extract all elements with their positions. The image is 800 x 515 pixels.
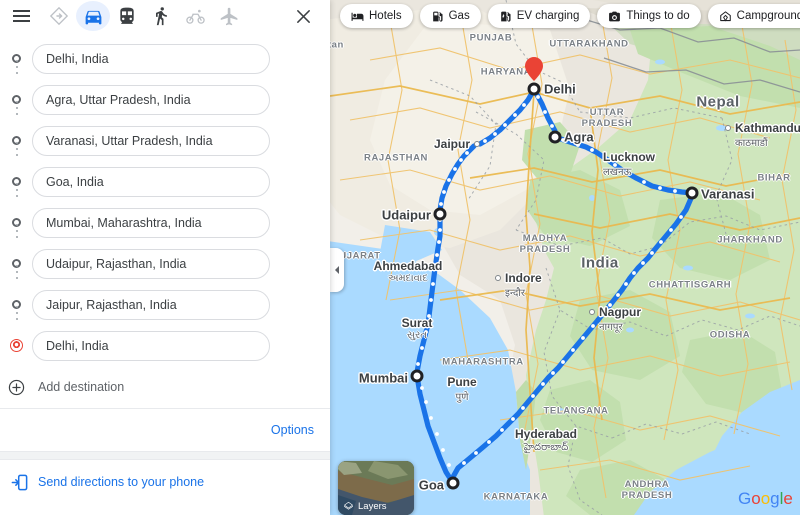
send-to-phone-icon bbox=[0, 473, 38, 492]
mode-transit[interactable] bbox=[110, 1, 144, 31]
stop-row: Varanasi, Uttar Pradesh, India bbox=[0, 120, 330, 161]
waypoint-marker-destination bbox=[0, 339, 32, 352]
tent-icon bbox=[719, 10, 732, 23]
map-canvas bbox=[330, 0, 800, 515]
map-city-dot bbox=[495, 275, 501, 281]
options-row: Options bbox=[0, 409, 330, 451]
stop-connector bbox=[15, 58, 18, 74]
ev-charger-icon bbox=[499, 10, 512, 23]
chip-campgrounds[interactable]: Campgrounds bbox=[707, 4, 800, 28]
destination-pin-icon[interactable] bbox=[525, 57, 543, 86]
route-waypoint-marker[interactable] bbox=[685, 186, 699, 200]
stop-connector bbox=[15, 140, 18, 156]
plus-circle-icon bbox=[0, 379, 32, 396]
route-waypoint-marker[interactable] bbox=[446, 476, 460, 490]
stop-input-5[interactable]: Mumbai, Maharashtra, India bbox=[32, 207, 270, 238]
chip-hotels[interactable]: Hotels bbox=[340, 4, 413, 28]
hamburger-menu-icon[interactable] bbox=[6, 1, 36, 31]
mode-driving[interactable] bbox=[76, 1, 110, 31]
map-view[interactable]: PUNJAB UTTARAKHAND HARYANA Nepal UTTAR PRADE… bbox=[330, 0, 800, 515]
chip-ev-charging[interactable]: EV charging bbox=[487, 4, 591, 28]
best-travel-icon bbox=[49, 6, 69, 26]
stop-row: Udaipur, Rajasthan, India bbox=[0, 243, 330, 284]
stop-row: Jaipur, Rajasthan, India bbox=[0, 284, 330, 325]
stop-connector bbox=[15, 263, 18, 279]
close-icon[interactable] bbox=[290, 3, 316, 29]
destination-pin-icon bbox=[9, 339, 23, 352]
section-divider bbox=[0, 451, 330, 460]
mode-walking[interactable] bbox=[144, 1, 178, 31]
route-waypoint-marker[interactable] bbox=[433, 207, 447, 221]
chip-gas[interactable]: Gas bbox=[419, 4, 481, 28]
chip-label: Gas bbox=[448, 10, 470, 22]
car-icon bbox=[85, 10, 101, 24]
transit-icon bbox=[120, 7, 134, 24]
map-city-dot bbox=[405, 263, 411, 269]
map-category-chips: Hotels Gas EV charging Things to do Campgrou… bbox=[330, 0, 800, 32]
stop-input-2[interactable]: Agra, Uttar Pradesh, India bbox=[32, 84, 270, 115]
chip-label: Things to do bbox=[626, 10, 690, 22]
airplane-icon bbox=[220, 7, 237, 25]
mode-flights[interactable] bbox=[212, 1, 246, 31]
bicycle-icon bbox=[185, 9, 205, 24]
layers-caption: Layers bbox=[338, 498, 414, 515]
travel-mode-toolbar bbox=[0, 0, 330, 32]
stop-row: Delhi, India bbox=[0, 325, 330, 366]
stop-input-3[interactable]: Varanasi, Uttar Pradesh, India bbox=[32, 125, 270, 156]
add-destination-label: Add destination bbox=[38, 380, 125, 394]
map-city-dot bbox=[589, 309, 595, 315]
google-maps-directions-screen: Delhi, India Agra, Uttar Pradesh, India Va… bbox=[0, 0, 800, 515]
collapse-panel-button[interactable] bbox=[330, 248, 344, 292]
send-directions-to-phone-button[interactable]: Send directions to your phone bbox=[0, 460, 330, 504]
stop-input-8[interactable]: Delhi, India bbox=[32, 330, 270, 361]
stop-input-6[interactable]: Udaipur, Rajasthan, India bbox=[32, 248, 270, 279]
google-logo: Google bbox=[738, 489, 794, 513]
add-destination-button[interactable]: Add destination bbox=[0, 366, 330, 408]
stop-input-7[interactable]: Jaipur, Rajasthan, India bbox=[32, 289, 270, 320]
chip-things-to-do[interactable]: Things to do bbox=[597, 4, 701, 28]
stop-connector bbox=[15, 181, 18, 197]
chip-label: EV charging bbox=[516, 10, 580, 22]
options-button[interactable]: Options bbox=[271, 423, 314, 437]
mode-best-travel[interactable] bbox=[42, 1, 76, 31]
stop-connector bbox=[15, 222, 18, 238]
svg-text:Google: Google bbox=[738, 489, 793, 508]
stop-row: Delhi, India bbox=[0, 38, 330, 79]
map-city-dot bbox=[543, 431, 549, 437]
camera-icon bbox=[608, 10, 621, 23]
directions-panel: Delhi, India Agra, Uttar Pradesh, India Va… bbox=[0, 0, 330, 515]
map-city-dot bbox=[725, 125, 731, 131]
collapse-panel-arrow-icon bbox=[335, 266, 339, 274]
map-city-dot bbox=[474, 141, 480, 147]
walk-icon bbox=[156, 7, 167, 26]
layers-icon bbox=[343, 501, 354, 510]
send-directions-label: Send directions to your phone bbox=[38, 475, 205, 489]
chip-label: Campgrounds bbox=[736, 10, 800, 22]
gas-pump-icon bbox=[431, 10, 444, 23]
stop-row: Goa, India bbox=[0, 161, 330, 202]
stop-connector bbox=[15, 304, 18, 320]
stops-list: Delhi, India Agra, Uttar Pradesh, India Va… bbox=[0, 32, 330, 366]
layers-button[interactable]: Layers bbox=[338, 461, 414, 515]
route-waypoint-marker[interactable] bbox=[548, 130, 562, 144]
chip-label: Hotels bbox=[369, 10, 402, 22]
stop-row: Agra, Uttar Pradesh, India bbox=[0, 79, 330, 120]
stop-row: Mumbai, Maharashtra, India bbox=[0, 202, 330, 243]
layers-label: Layers bbox=[358, 501, 387, 512]
stop-connector bbox=[15, 99, 18, 115]
stop-input-4[interactable]: Goa, India bbox=[32, 166, 270, 197]
hotel-icon bbox=[351, 10, 364, 23]
stop-input-1[interactable]: Delhi, India bbox=[32, 43, 270, 74]
route-waypoint-marker[interactable] bbox=[410, 369, 424, 383]
mode-cycling[interactable] bbox=[178, 1, 212, 31]
